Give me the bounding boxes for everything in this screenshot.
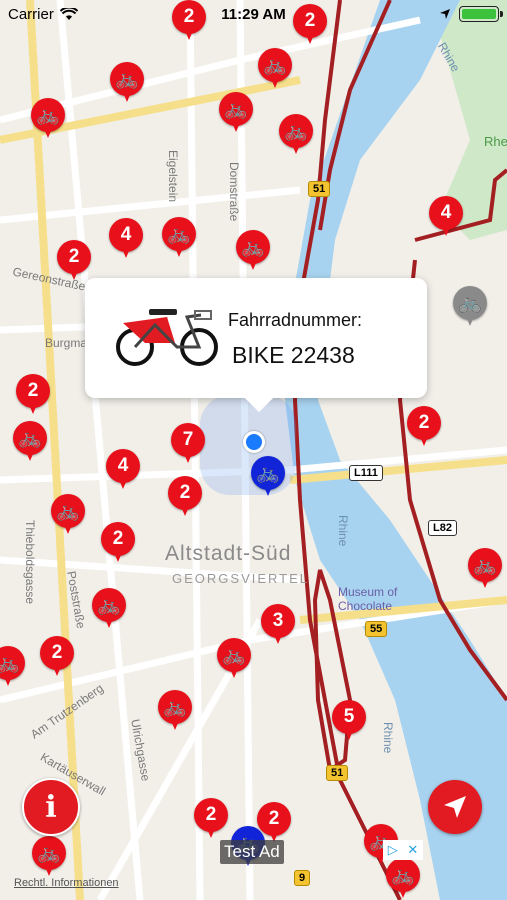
river-label: Rhine [381,722,395,754]
river-label: Rhine [336,515,350,547]
bike-pin[interactable]: 🚲 [13,421,47,463]
road-shield: L82 [428,520,457,536]
location-services-icon [440,9,450,19]
bike-pin[interactable]: 🚲 [158,690,192,732]
bike-pin-unavailable[interactable]: 🚲 [453,286,487,328]
bike-cluster-pin[interactable]: 4 [109,218,143,260]
bike-cluster-pin[interactable]: 4 [429,196,463,238]
bike-cluster-pin[interactable]: 2 [101,522,135,564]
bike-pin[interactable]: 🚲 [110,62,144,104]
bike-pin[interactable]: 🚲 [279,114,313,156]
bike-cluster-pin[interactable]: 3 [261,604,295,646]
bike-cluster-pin[interactable]: 2 [194,798,228,840]
bike-pin[interactable]: 🚲 [236,230,270,272]
bike-cluster-pin[interactable]: 2 [40,636,74,678]
street-label: Domstraße [227,162,241,222]
street-label: Burgma [45,336,88,350]
navigation-arrow-icon [444,796,466,818]
bike-number-label: Fahrradnummer: [228,310,363,330]
bike-pin[interactable]: 🚲 [217,638,251,680]
bike-icon [116,309,218,366]
bike-pin[interactable]: 🚲 [468,548,502,590]
bike-cluster-pin[interactable]: 2 [407,406,441,448]
road-shield: 51 [326,765,349,781]
bike-cluster-pin[interactable]: 4 [106,449,140,491]
info-button[interactable]: i [22,778,80,836]
status-bar: Carrier 11:29 AM [0,0,507,28]
bike-pin[interactable]: 🚲 [92,588,126,630]
info-icon: i [45,789,57,825]
bike-pin[interactable]: 🚲 [31,98,65,140]
district-sublabel: GEORGSVIERTEL [172,571,310,586]
bike-pin[interactable]: 🚲 [32,836,66,878]
bike-pin[interactable]: 🚲 [219,92,253,134]
road-shield: 55 [365,621,388,637]
road-shield: 9 [294,870,311,886]
bike-cluster-pin[interactable]: 5 [332,700,366,742]
bike-cluster-pin[interactable]: 2 [16,374,50,416]
bike-cluster-pin[interactable]: 7 [171,423,205,465]
wifi-icon [59,7,78,20]
road-shield: 51 [308,181,331,197]
ad-controls[interactable]: ▷ ✕ [383,840,423,860]
ad-banner[interactable]: Test Ad [220,840,284,864]
locate-me-button[interactable] [428,780,482,834]
street-label: Eigelstein [166,150,180,203]
carrier-label: Carrier [8,5,54,23]
adchoices-icon[interactable]: ▷ [388,842,398,858]
bike-pin[interactable]: 🚲 [162,217,196,259]
park-label: Rhe [484,134,507,149]
legal-info-link[interactable]: Rechtl. Informationen [14,877,119,889]
poi-label: Museum of Chocolate [338,585,398,613]
bike-cluster-pin[interactable]: 2 [57,240,91,282]
bike-number-value: BIKE 22438 [232,342,355,368]
bike-pin[interactable]: 🚲 [51,494,85,536]
battery-icon [459,6,503,22]
street-label: Thieboldsgasse [23,520,37,605]
bike-pin[interactable]: 🚲 [386,858,420,900]
bike-pin[interactable]: 🚲 [258,48,292,90]
bike-info-popup[interactable]: Fahrradnummer: BIKE 22438 [85,278,427,398]
bike-pin-selected[interactable]: 🚲 [251,456,285,498]
bike-cluster-pin[interactable]: 2 [168,476,202,518]
close-icon[interactable]: ✕ [407,842,418,858]
bike-pin[interactable]: 🚲 [0,646,25,688]
district-label: Altstadt-Süd [165,542,292,565]
user-location-dot [243,431,265,453]
road-shield: L111 [349,465,383,481]
